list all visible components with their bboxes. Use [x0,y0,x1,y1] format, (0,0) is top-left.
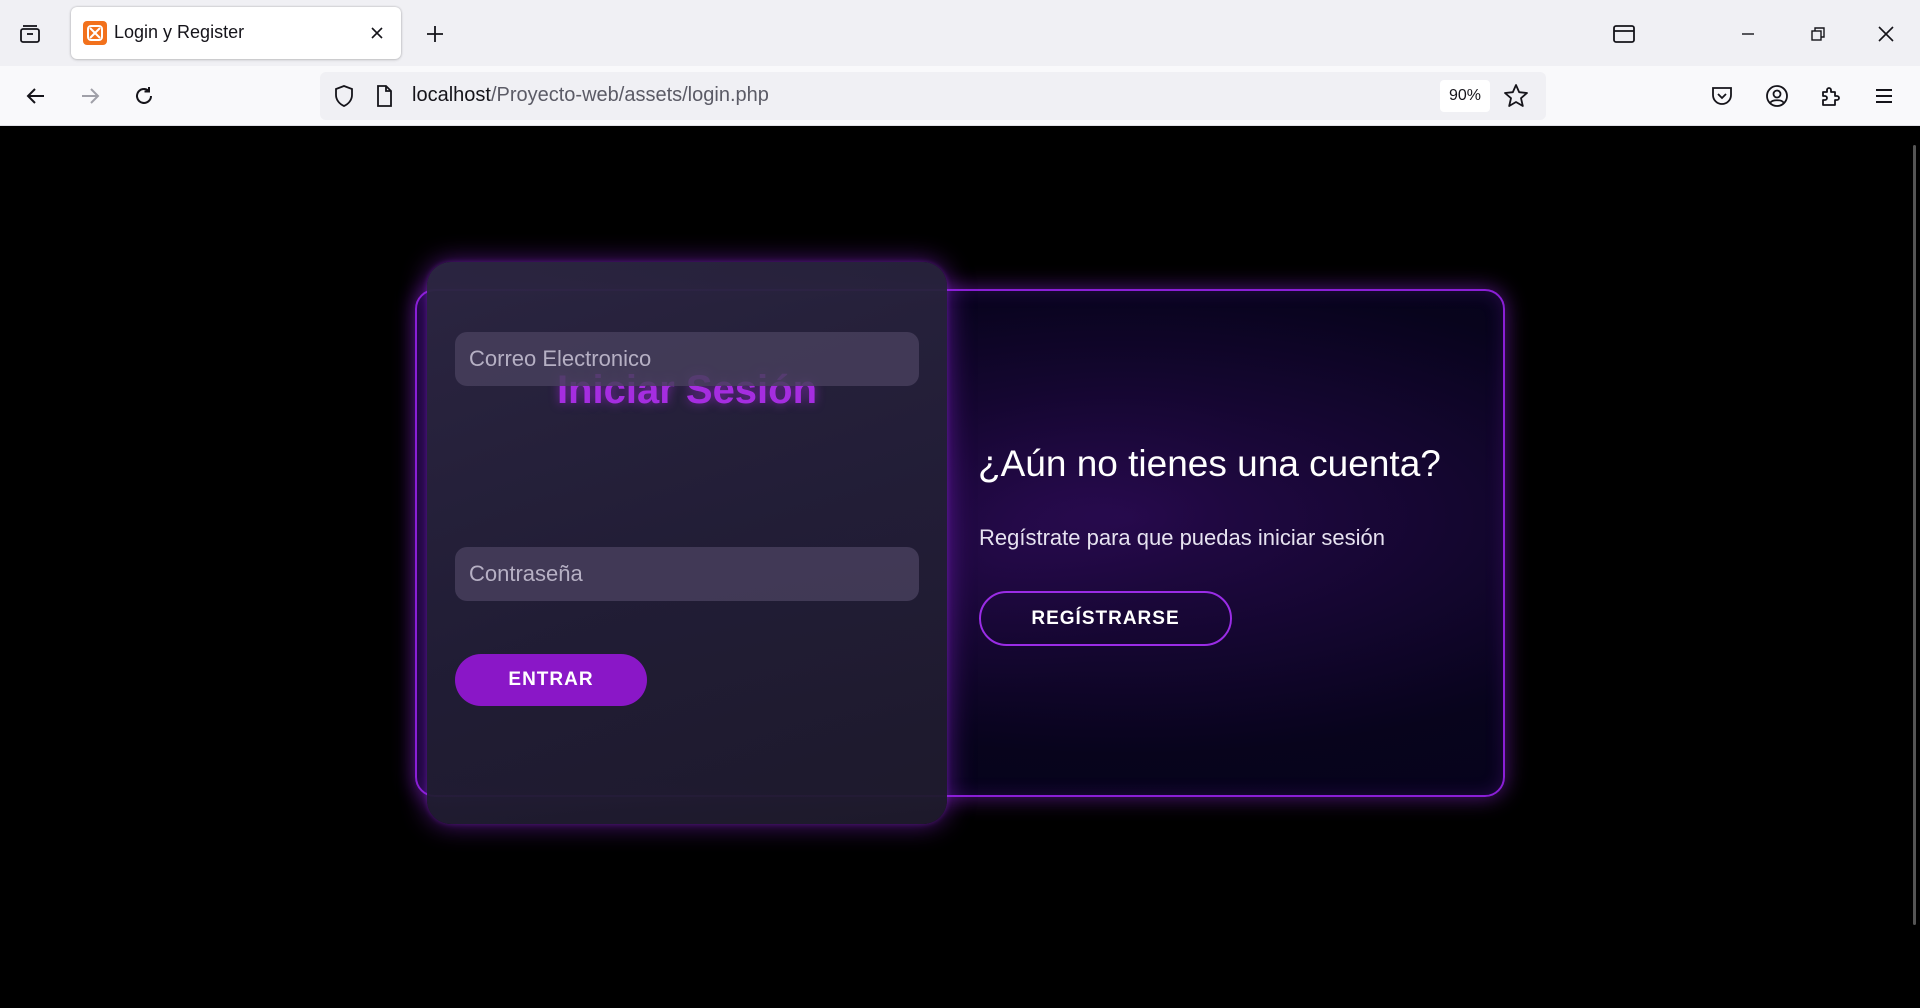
minimize-icon[interactable] [1728,14,1768,54]
url-host: localhost [412,84,491,106]
register-button[interactable]: REGÍSTRARSE [979,591,1232,646]
window-close-icon[interactable] [1866,14,1906,54]
url-path: /Proyecto-web/assets/login.php [490,84,769,106]
hamburger-menu-icon[interactable] [1864,76,1904,116]
navigation-bar: localhost/Proyecto-web/assets/login.php … [0,66,1920,126]
enter-button[interactable]: ENTRAR [455,654,647,706]
scrollbar[interactable] [1913,145,1916,925]
back-arrow-icon[interactable] [16,76,56,116]
restore-icon[interactable] [1798,14,1838,54]
reload-icon[interactable] [124,76,164,116]
picture-window-icon[interactable] [1604,14,1644,54]
star-icon[interactable] [1502,82,1530,110]
xampp-favicon-icon [83,21,107,45]
pocket-icon[interactable] [1702,76,1742,116]
register-description: Regístrate para que puedas iniciar sesió… [979,525,1386,550]
forward-arrow-icon[interactable] [70,76,110,116]
extensions-icon[interactable] [1811,76,1851,116]
tab-active[interactable]: Login y Register [71,7,401,59]
register-title: ¿Aún no tienes una cuenta? [978,443,1441,484]
url-text[interactable]: localhost/Proyecto-web/assets/login.php [412,84,769,107]
plus-icon[interactable] [418,17,452,51]
tab-list-icon[interactable] [14,18,46,50]
account-icon[interactable] [1757,76,1797,116]
email-field[interactable] [455,332,919,386]
url-bar[interactable]: localhost/Proyecto-web/assets/login.php … [320,72,1546,120]
tab-bar: Login y Register [0,0,1920,66]
tab-title: Login y Register [114,22,245,42]
password-field[interactable] [455,547,919,601]
page-viewport: ¿Aún no tienes una cuenta? Regístrate pa… [0,127,1920,1008]
login-card: Iniciar Sesión ENTRAR [427,262,947,824]
shield-icon[interactable] [332,84,356,108]
page-icon[interactable] [372,84,396,108]
close-icon[interactable] [363,19,391,47]
zoom-level-button[interactable]: 90% [1440,80,1490,112]
